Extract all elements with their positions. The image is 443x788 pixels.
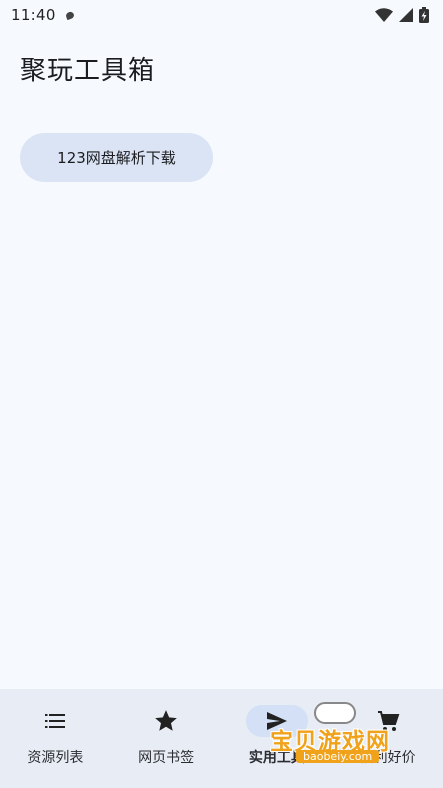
status-right bbox=[375, 7, 429, 23]
status-time: 11:40 bbox=[11, 6, 56, 24]
tool-button-123pan[interactable]: 123网盘解析下载 bbox=[20, 133, 213, 182]
nav-label-bookmarks: 网页书签 bbox=[138, 750, 195, 766]
send-icon bbox=[245, 705, 308, 737]
nav-label-resources: 资源列表 bbox=[27, 750, 84, 766]
wifi-icon bbox=[375, 8, 393, 22]
nav-label-deals: 福利好价 bbox=[359, 750, 416, 766]
nav-item-deals[interactable]: 福利好价 bbox=[332, 689, 443, 788]
status-bar: 11:40 bbox=[0, 0, 443, 30]
bottom-navigation: 资源列表 网页书签 实用工具 福利好价 bbox=[0, 689, 443, 788]
status-left: 11:40 bbox=[11, 6, 75, 24]
list-icon bbox=[24, 705, 86, 737]
nav-label-tools: 实用工具 bbox=[248, 750, 305, 766]
nav-item-bookmarks[interactable]: 网页书签 bbox=[111, 689, 222, 788]
cart-icon bbox=[357, 705, 419, 737]
nav-item-resources[interactable]: 资源列表 bbox=[0, 689, 111, 788]
signal-icon bbox=[399, 8, 413, 22]
page-title: 聚玩工具箱 bbox=[20, 56, 156, 86]
battery-charging-icon bbox=[419, 7, 429, 23]
nav-item-tools[interactable]: 实用工具 bbox=[222, 689, 333, 788]
notification-icon bbox=[64, 10, 75, 20]
star-icon bbox=[135, 705, 197, 737]
